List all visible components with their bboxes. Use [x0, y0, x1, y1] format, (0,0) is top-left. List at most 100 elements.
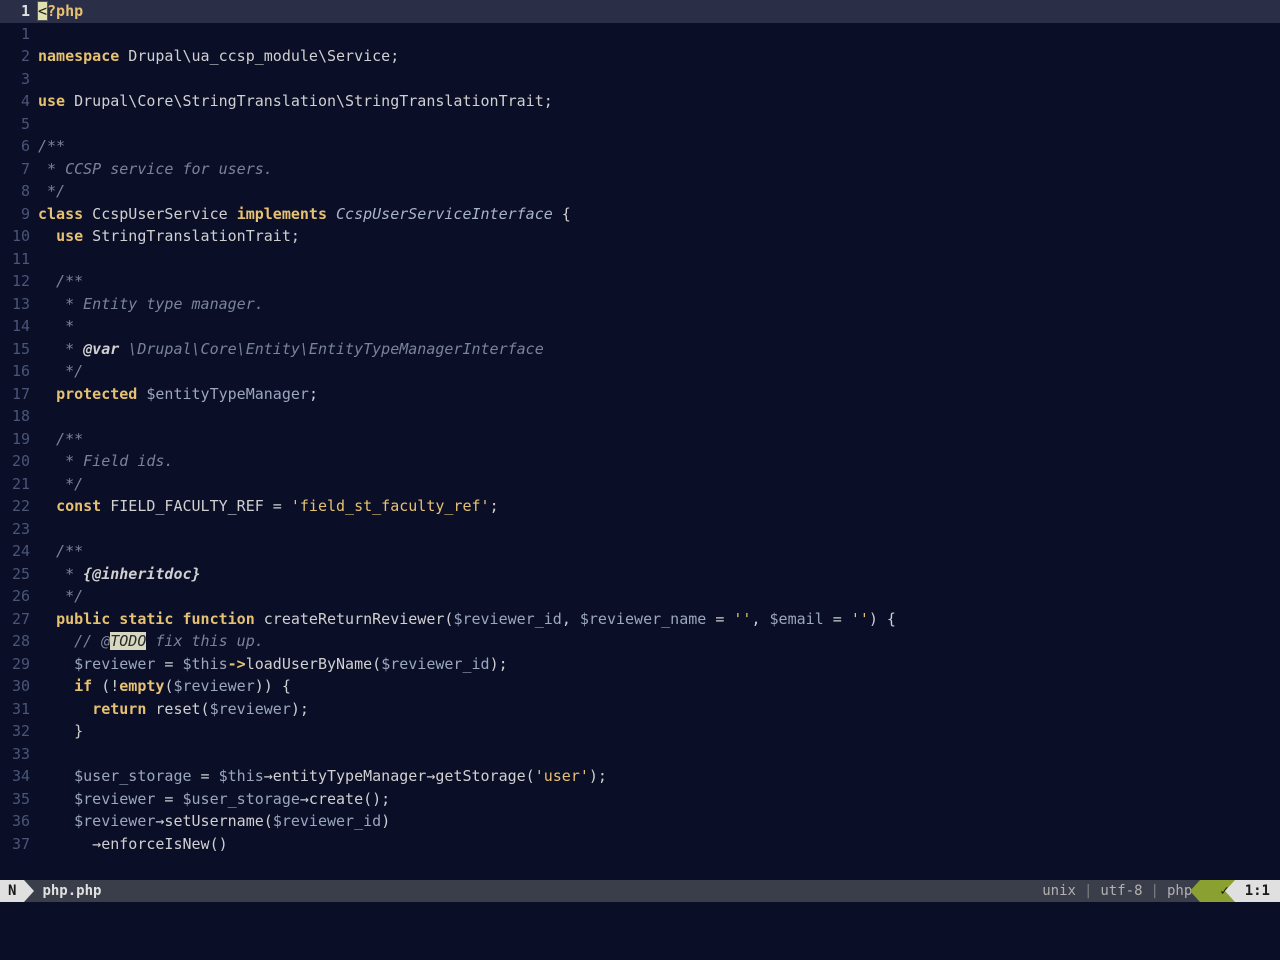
code-content[interactable]: <?php — [38, 0, 83, 23]
code-content[interactable]: const FIELD_FACULTY_REF = 'field_st_facu… — [38, 495, 499, 518]
code-line[interactable]: 28 // @TODO fix this up. — [0, 630, 1280, 653]
line-number: 5 — [0, 113, 38, 136]
line-number: 3 — [0, 68, 38, 91]
code-line[interactable]: 13 * Entity type manager. — [0, 293, 1280, 316]
code-content[interactable]: protected $entityTypeManager; — [38, 383, 318, 406]
line-number: 16 — [0, 360, 38, 383]
code-content[interactable]: */ — [38, 473, 83, 496]
code-content[interactable]: */ — [38, 585, 83, 608]
code-content[interactable]: /** — [38, 135, 65, 158]
code-line[interactable]: 29 $reviewer = $this->loadUserByName($re… — [0, 653, 1280, 676]
editor-viewport[interactable]: 1<?php12namespace Drupal\ua_ccsp_module\… — [0, 0, 1280, 880]
line-number: 32 — [0, 720, 38, 743]
code-line[interactable]: 6/** — [0, 135, 1280, 158]
code-content[interactable]: $reviewer→setUsername($reviewer_id) — [38, 810, 390, 833]
line-number: 37 — [0, 833, 38, 856]
code-line[interactable]: 3 — [0, 68, 1280, 91]
code-line[interactable]: 12 /** — [0, 270, 1280, 293]
line-number: 7 — [0, 158, 38, 181]
code-line[interactable]: 30 if (!empty($reviewer)) { — [0, 675, 1280, 698]
code-line[interactable]: 10 use StringTranslationTrait; — [0, 225, 1280, 248]
code-content[interactable]: public static function createReturnRevie… — [38, 608, 896, 631]
line-number: 4 — [0, 90, 38, 113]
code-content[interactable]: */ — [38, 180, 65, 203]
code-line[interactable]: 24 /** — [0, 540, 1280, 563]
code-line[interactable]: 8 */ — [0, 180, 1280, 203]
code-line[interactable]: 33 — [0, 743, 1280, 766]
code-line[interactable]: 35 $reviewer = $user_storage→create(); — [0, 788, 1280, 811]
code-line[interactable]: 7 * CCSP service for users. — [0, 158, 1280, 181]
code-content[interactable]: $user_storage = $this→entityTypeManager→… — [38, 765, 607, 788]
code-line[interactable]: 34 $user_storage = $this→entityTypeManag… — [0, 765, 1280, 788]
line-number: 12 — [0, 270, 38, 293]
code-line[interactable]: 14 * — [0, 315, 1280, 338]
line-number: 27 — [0, 608, 38, 631]
code-line[interactable]: 4use Drupal\Core\StringTranslation\Strin… — [0, 90, 1280, 113]
line-number: 21 — [0, 473, 38, 496]
code-content[interactable]: } — [38, 720, 83, 743]
code-line[interactable]: 21 */ — [0, 473, 1280, 496]
code-line[interactable]: 19 /** — [0, 428, 1280, 451]
line-number: 25 — [0, 563, 38, 586]
code-content[interactable]: $reviewer = $user_storage→create(); — [38, 788, 390, 811]
code-content[interactable]: * Entity type manager. — [38, 293, 264, 316]
code-line[interactable]: 31 return reset($reviewer); — [0, 698, 1280, 721]
code-line[interactable]: 32 } — [0, 720, 1280, 743]
line-number: 19 — [0, 428, 38, 451]
separator-icon: | — [1151, 881, 1159, 902]
filename-label: php.php — [24, 881, 101, 902]
code-line[interactable]: 18 — [0, 405, 1280, 428]
code-content[interactable]: $reviewer = $this->loadUserByName($revie… — [38, 653, 508, 676]
code-content[interactable]: return reset($reviewer); — [38, 698, 309, 721]
code-line[interactable]: 1 — [0, 23, 1280, 46]
code-line[interactable]: 9class CcspUserService implements CcspUs… — [0, 203, 1280, 226]
code-line[interactable]: 26 */ — [0, 585, 1280, 608]
code-content[interactable]: * {@inheritdoc} — [38, 563, 201, 586]
code-content[interactable]: use StringTranslationTrait; — [38, 225, 300, 248]
code-content[interactable]: * Field ids. — [38, 450, 173, 473]
code-content[interactable]: if (!empty($reviewer)) { — [38, 675, 291, 698]
code-content[interactable]: * — [38, 315, 74, 338]
code-line[interactable]: 5 — [0, 113, 1280, 136]
code-content[interactable]: namespace Drupal\ua_ccsp_module\Service; — [38, 45, 399, 68]
code-content[interactable]: * @var \Drupal\Core\Entity\EntityTypeMan… — [38, 338, 544, 361]
code-content[interactable]: */ — [38, 360, 83, 383]
code-line[interactable]: 15 * @var \Drupal\Core\Entity\EntityType… — [0, 338, 1280, 361]
code-line[interactable]: 20 * Field ids. — [0, 450, 1280, 473]
separator-icon: | — [1084, 881, 1092, 902]
line-number: 10 — [0, 225, 38, 248]
line-number: 1 — [0, 23, 38, 46]
line-number: 36 — [0, 810, 38, 833]
line-number: 28 — [0, 630, 38, 653]
code-line[interactable]: 17 protected $entityTypeManager; — [0, 383, 1280, 406]
statusline: N php.php unix | utf-8 | php ✓ 1:1 — [0, 880, 1280, 902]
code-content[interactable]: * CCSP service for users. — [38, 158, 273, 181]
line-number: 15 — [0, 338, 38, 361]
code-line[interactable]: 11 — [0, 248, 1280, 271]
code-content[interactable]: class CcspUserService implements CcspUse… — [38, 203, 571, 226]
line-number: 18 — [0, 405, 38, 428]
code-line[interactable]: 16 */ — [0, 360, 1280, 383]
code-line[interactable]: 1<?php — [0, 0, 1280, 23]
line-number: 6 — [0, 135, 38, 158]
code-content[interactable]: // @TODO fix this up. — [38, 630, 264, 653]
code-line[interactable]: 36 $reviewer→setUsername($reviewer_id) — [0, 810, 1280, 833]
code-line[interactable]: 23 — [0, 518, 1280, 541]
code-line[interactable]: 2namespace Drupal\ua_ccsp_module\Service… — [0, 45, 1280, 68]
line-number: 11 — [0, 248, 38, 271]
line-number: 14 — [0, 315, 38, 338]
code-content[interactable]: →enforceIsNew() — [38, 833, 228, 856]
line-number: 35 — [0, 788, 38, 811]
line-number: 33 — [0, 743, 38, 766]
lint-ok-badge — [1200, 880, 1220, 902]
code-content[interactable]: /** — [38, 270, 83, 293]
code-content[interactable]: /** — [38, 540, 83, 563]
code-line[interactable]: 22 const FIELD_FACULTY_REF = 'field_st_f… — [0, 495, 1280, 518]
line-number: 13 — [0, 293, 38, 316]
code-line[interactable]: 37 →enforceIsNew() — [0, 833, 1280, 856]
code-line[interactable]: 27 public static function createReturnRe… — [0, 608, 1280, 631]
code-content[interactable]: /** — [38, 428, 83, 451]
code-line[interactable]: 25 * {@inheritdoc} — [0, 563, 1280, 586]
line-number: 30 — [0, 675, 38, 698]
code-content[interactable]: use Drupal\Core\StringTranslation\String… — [38, 90, 553, 113]
